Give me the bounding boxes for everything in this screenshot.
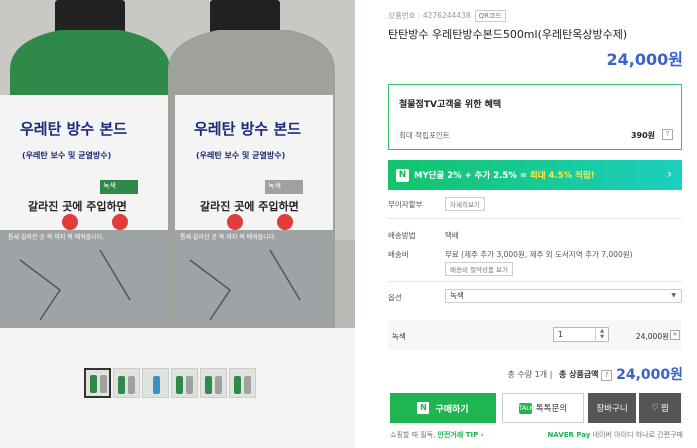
product-sku: 상품번호 : 4276244438 QR코드	[388, 10, 506, 22]
total-amount-label: 총 상품금액	[558, 370, 599, 379]
promo-text-highlight: 최대 4.5% 적립!	[529, 171, 595, 181]
interest-free-label: 무이자할부	[388, 200, 423, 209]
wishlist-button[interactable]: ♡ 찜	[639, 393, 681, 423]
product-price: 24,000원	[606, 50, 683, 69]
bottle-label-sub-right: (우레탄 보수 및 균열방수)	[196, 151, 286, 160]
wish-label: 찜	[660, 404, 669, 414]
bottle-label-main-left: 우레탄 방수 본드	[20, 120, 128, 138]
talk-bubble-icon: TALK	[518, 402, 534, 414]
promo-text: MY단골 2% + 추가 2.5% = 최대 4.5% 적립!	[414, 169, 595, 181]
interest-free-value: 자세히보기	[445, 197, 485, 211]
shipping-fee-value: 무료 (제주 추가 3,000원, 제주 외 도서지역 추가 7,000원)	[445, 250, 633, 259]
safe-trade-link[interactable]: 안전거래 TIP ›	[438, 431, 484, 439]
safe-trade-notice: 쇼핑할 때 필독, 안전거래 TIP ›	[390, 430, 484, 440]
quantity-stepper[interactable]: 1 ▲ ▼	[553, 327, 609, 342]
bottle-color-badge-right: 녹색	[268, 182, 281, 190]
selected-option-row: 녹색 1 ▲ ▼ 24,000원 ✕	[388, 320, 682, 350]
divider	[388, 218, 682, 219]
option-select[interactable]: 녹색 ▼	[445, 289, 682, 303]
shipping-method-value: 택배	[445, 231, 459, 240]
bottle-text-inject-right: 갈라진 곳에 주입하면	[200, 200, 299, 213]
thumbnail[interactable]	[229, 368, 256, 398]
help-icon[interactable]: ?	[662, 129, 673, 140]
buy-label: 구매하기	[435, 404, 469, 415]
product-main-image[interactable]: 우레탄 방수 본드 우레탄 방수 본드 (우레탄 보수 및 균열방수) (우레탄…	[0, 0, 355, 328]
bottle-text-fill-right: 틈새 갈라진 곳 쏙 까지 꽉 메워줍니다.	[180, 234, 277, 241]
divider	[388, 281, 682, 282]
selected-option-price: 24,000원	[635, 332, 669, 341]
naver-pay-notice: NAVER Pay 네이버 아이디 하나로 간편구매	[548, 430, 683, 440]
shipping-method-label: 배송방법	[388, 231, 416, 240]
safe-trade-text: 쇼핑할 때 필독,	[390, 431, 438, 439]
selected-option-name: 녹색	[392, 332, 406, 341]
qr-code-button[interactable]: QR코드	[474, 10, 506, 22]
option-select-value: 녹색	[450, 291, 464, 300]
option-label: 옵션	[388, 293, 402, 302]
bottle-color-badge-left: 녹색	[103, 182, 116, 190]
sku-text: 상품번호 : 4276244438	[388, 11, 471, 20]
chevron-right-icon: ›	[667, 167, 672, 181]
bottle-text-inject-left: 갈라진 곳에 주입하면	[28, 200, 127, 213]
total-amount-value: 24,000원	[616, 367, 683, 383]
bottle-label-main-right: 우레탄 방수 본드	[194, 120, 302, 138]
help-icon[interactable]: ?	[601, 370, 613, 381]
thumbnail[interactable]	[142, 368, 169, 398]
quantity-value: 1	[558, 330, 564, 339]
promo-text-prefix: MY단골 2% + 추가 2.5% =	[414, 171, 530, 181]
thumbnail-strip	[84, 368, 256, 398]
bottle-label-sub-left: (우레탄 보수 및 균열방수)	[22, 151, 112, 160]
buy-button[interactable]: N 구매하기	[390, 393, 496, 423]
naver-pay-logo: NAVER Pay	[547, 431, 591, 439]
shipping-save-button[interactable]: 배송비 절약상품 보기	[445, 262, 513, 276]
stepper-arrows-icon[interactable]: ▲ ▼	[595, 328, 608, 341]
cart-button[interactable]: 장바구니	[588, 393, 636, 423]
product-info-panel: 상품번호 : 4276244438 QR코드 탄탄방수 우레탄방수본드500ml(…	[355, 0, 697, 448]
thumbnail[interactable]	[171, 368, 198, 398]
shipping-fee-save: 배송비 절약상품 보기	[445, 262, 513, 276]
product-gallery: 우레탄 방수 본드 우레탄 방수 본드 (우레탄 보수 및 균열방수) (우레탄…	[0, 0, 355, 448]
thumbnail[interactable]	[113, 368, 140, 398]
points-value: 390원	[630, 131, 655, 140]
chevron-down-icon: ▼	[671, 292, 676, 299]
promo-banner[interactable]: N MY단골 2% + 추가 2.5% = 최대 4.5% 적립! ›	[388, 160, 682, 190]
heart-icon: ♡	[651, 403, 659, 413]
benefit-title: 철물점TV고객을 위한 혜택	[399, 100, 502, 110]
product-title: 탄탄방수 우레탄방수본드500ml(우레탄옥상방수제)	[388, 28, 628, 41]
bottle-illustration	[0, 0, 355, 328]
total-qty: 총 수량 1개	[507, 370, 548, 379]
thumbnail[interactable]	[84, 368, 111, 398]
naver-n-icon: N	[396, 169, 409, 182]
total-summary: 총 수량 1개 | 총 상품금액 ? 24,000원	[507, 367, 683, 383]
naver-pay-text: 네이버 아이디 하나로 간편구매	[592, 431, 683, 439]
naver-n-icon: N	[417, 402, 430, 414]
points-label: 최대 적립포인트	[399, 131, 450, 140]
talk-label: 톡톡문의	[535, 404, 568, 414]
close-icon[interactable]: ✕	[670, 330, 680, 340]
benefit-box: 철물점TV고객을 위한 혜택 최대 적립포인트 390원 ?	[388, 84, 682, 150]
talktalk-button[interactable]: TALK 톡톡문의	[502, 393, 584, 423]
thumbnail[interactable]	[200, 368, 227, 398]
shipping-fee-label: 배송비	[388, 250, 409, 259]
interest-free-detail-button[interactable]: 자세히보기	[445, 197, 485, 211]
bottle-text-fill-left: 틈새 갈라진 곳 쏙 까지 꽉 메워줍니다.	[8, 234, 105, 241]
